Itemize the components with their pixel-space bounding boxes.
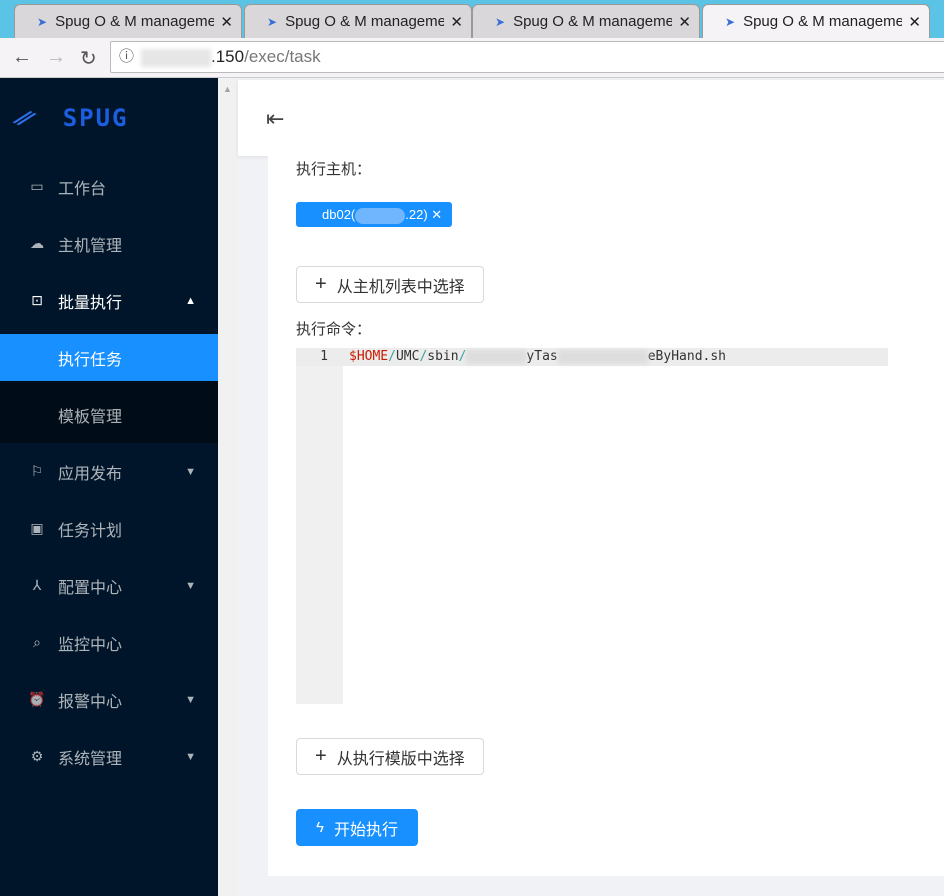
- sidebar-item-dashboard[interactable]: ▭ 工作台: [0, 158, 218, 215]
- browser-tab-bar: ➤ Spug O & M management ✕ ➤ Spug O & M mana…: [0, 0, 944, 38]
- command-editor[interactable]: 1 $HOME/UMC/sbin/yTas eByHand.sh: [296, 348, 888, 704]
- close-icon[interactable]: ✕: [220, 13, 233, 31]
- select-hosts-button[interactable]: + 从主机列表中选择: [296, 266, 484, 303]
- chevron-up-icon: ▲: [185, 294, 196, 307]
- sidebar-item-monitor[interactable]: ⌕ 监控中心: [0, 614, 218, 671]
- cloud-server-icon: ☁: [30, 235, 44, 251]
- select-template-button[interactable]: + 从执行模版中选择: [296, 738, 484, 775]
- close-icon[interactable]: ✕: [908, 13, 921, 31]
- menu-fold-icon[interactable]: ⇤: [266, 106, 284, 132]
- sidebar-item-schedule[interactable]: ▣ 任务计划: [0, 500, 218, 557]
- scroll-up-icon[interactable]: ▲: [223, 84, 232, 94]
- editor-line: 1 $HOME/UMC/sbin/yTas eByHand.sh: [296, 348, 888, 366]
- schedule-icon: ▣: [30, 520, 44, 536]
- reload-icon[interactable]: ↻: [80, 46, 97, 71]
- editor-gutter: [296, 348, 343, 704]
- spug-logo-icon: ⁄⁄: [14, 102, 35, 133]
- spug-favicon-icon: ➤: [37, 14, 48, 29]
- host-tag: db02(.22) ✕: [296, 202, 453, 227]
- sidebar-item-templates[interactable]: 模板管理: [0, 386, 218, 443]
- spug-favicon-icon: ➤: [495, 14, 506, 29]
- sidebar-item-hosts[interactable]: ☁ 主机管理: [0, 215, 218, 272]
- command-label: 执行命令：: [296, 321, 372, 338]
- deployment-icon: ⅄: [32, 577, 42, 593]
- info-icon: ⓘ: [119, 48, 135, 65]
- forward-icon[interactable]: →: [46, 46, 66, 69]
- sidebar-item-exec-task[interactable]: 执行任务: [0, 334, 218, 381]
- address-bar-area: ← → ↻ ⓘ .150/exec/task: [0, 38, 944, 78]
- browser-tab[interactable]: ➤ Spug O & M management ✕: [472, 4, 700, 38]
- plus-icon: +: [315, 273, 327, 295]
- close-icon[interactable]: ✕: [678, 13, 691, 31]
- run-button[interactable]: ϟ 开始执行: [296, 809, 418, 846]
- close-icon[interactable]: ✕: [450, 13, 463, 31]
- sidebar-item-exec[interactable]: ⊡ 批量执行 ▲: [0, 272, 218, 329]
- spug-favicon-icon: ➤: [267, 14, 278, 29]
- chevron-down-icon: ▼: [185, 465, 196, 478]
- browser-tab[interactable]: ➤ Spug O & M management ✕: [244, 4, 472, 38]
- chevron-down-icon: ▼: [185, 750, 196, 763]
- alarm-icon: ⏰: [28, 691, 46, 707]
- setting-icon: ⚙: [30, 748, 44, 764]
- sidebar-item-deploy[interactable]: ⚐ 应用发布 ▼: [0, 443, 218, 500]
- chevron-down-icon: ▼: [185, 579, 196, 592]
- back-icon[interactable]: ←: [12, 46, 32, 69]
- hosts-label: 执行主机：: [296, 161, 372, 178]
- logo[interactable]: ⁄⁄ SPUG: [0, 78, 218, 158]
- sidebar-item-config[interactable]: ⅄ 配置中心 ▼: [0, 557, 218, 614]
- submenu-exec: 执行任务 模板管理: [0, 334, 218, 443]
- chevron-down-icon: ▼: [185, 693, 196, 706]
- header: ⇤: [238, 80, 944, 156]
- flag-icon: ⚐: [30, 463, 44, 479]
- scrollbar[interactable]: ▲: [218, 78, 238, 896]
- task-form-card: 执行主机： db02(.22) ✕ + 从主机列表中选择 执行命令： 1 $HOME…: [268, 156, 944, 876]
- code-icon: ⊡: [31, 292, 43, 308]
- url-input[interactable]: ⓘ .150/exec/task: [110, 41, 944, 73]
- browser-tab-active[interactable]: ➤ Spug O & M management ✕: [702, 4, 930, 38]
- monitor-icon: ⌕: [33, 634, 41, 650]
- spug-favicon-icon: ➤: [725, 14, 736, 29]
- sidebar: ⁄⁄ SPUG ▭ 工作台 ☁ 主机管理 ⊡ 批量执行 ▲ 执行任务 模板管理 ⚐ 应用发布…: [0, 78, 218, 896]
- sidebar-item-alarm[interactable]: ⏰ 报警中心 ▼: [0, 671, 218, 728]
- desktop-icon: ▭: [30, 178, 44, 194]
- thunderbolt-icon: ϟ: [316, 819, 324, 836]
- browser-tab[interactable]: ➤ Spug O & M management ✕: [14, 4, 242, 38]
- sidebar-item-system[interactable]: ⚙ 系统管理 ▼: [0, 728, 218, 785]
- plus-icon: +: [315, 745, 327, 767]
- close-icon[interactable]: ✕: [431, 207, 442, 222]
